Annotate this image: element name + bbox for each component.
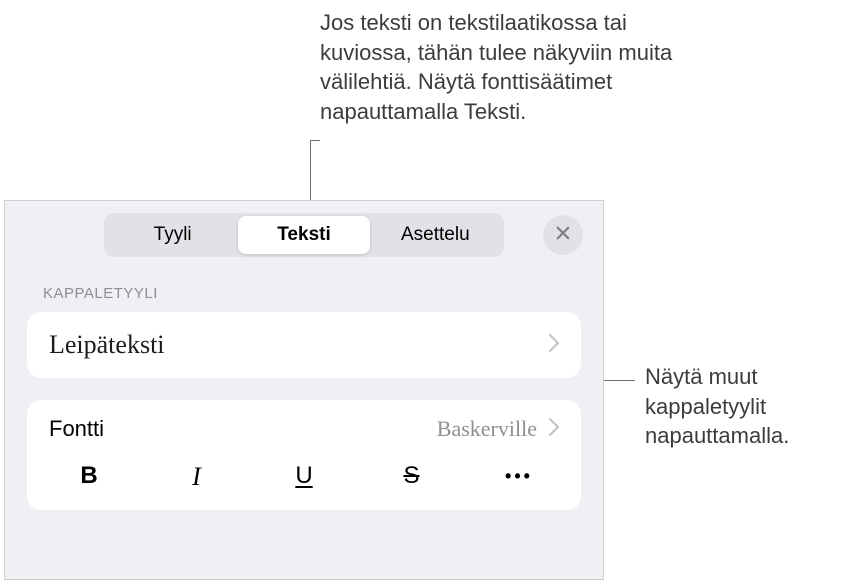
chevron-right-icon [549,418,559,441]
font-card: Fontti Baskerville B I U S ••• [27,400,581,510]
paragraph-style-card[interactable]: Leipäteksti [27,312,581,378]
chevron-right-icon [549,334,559,357]
paragraph-style-row[interactable]: Leipäteksti [27,312,581,378]
annotation-right: Näytä muut kappaletyylit napauttamalla. [645,362,855,451]
style-button-row: B I U S ••• [49,456,559,510]
tab-segment: Tyyli Teksti Asettelu [104,213,504,257]
font-value-group: Baskerville [437,416,559,442]
paragraph-style-name: Leipäteksti [49,330,165,360]
panel-header: Tyyli Teksti Asettelu [5,201,603,267]
callout-line [310,140,311,208]
format-panel: Tyyli Teksti Asettelu KAPPALETYYLI Leipä… [4,200,604,580]
font-value: Baskerville [437,416,537,442]
close-button[interactable] [543,215,583,255]
font-row[interactable]: Fontti Baskerville [49,400,559,456]
more-options-button[interactable]: ••• [489,462,549,492]
annotation-top: Jos teksti on tekstilaatikossa tai kuvio… [320,8,700,127]
tab-text[interactable]: Teksti [238,216,369,254]
underline-button[interactable]: U [274,462,334,492]
bold-button[interactable]: B [59,462,119,492]
callout-line [310,140,320,141]
strikethrough-button[interactable]: S [382,462,442,492]
italic-button[interactable]: I [167,462,227,492]
close-icon [554,224,572,247]
section-title: KAPPALETYYLI [5,267,603,312]
tab-layout[interactable]: Asettelu [370,216,501,254]
tab-style[interactable]: Tyyli [107,216,238,254]
font-label: Fontti [49,416,104,442]
